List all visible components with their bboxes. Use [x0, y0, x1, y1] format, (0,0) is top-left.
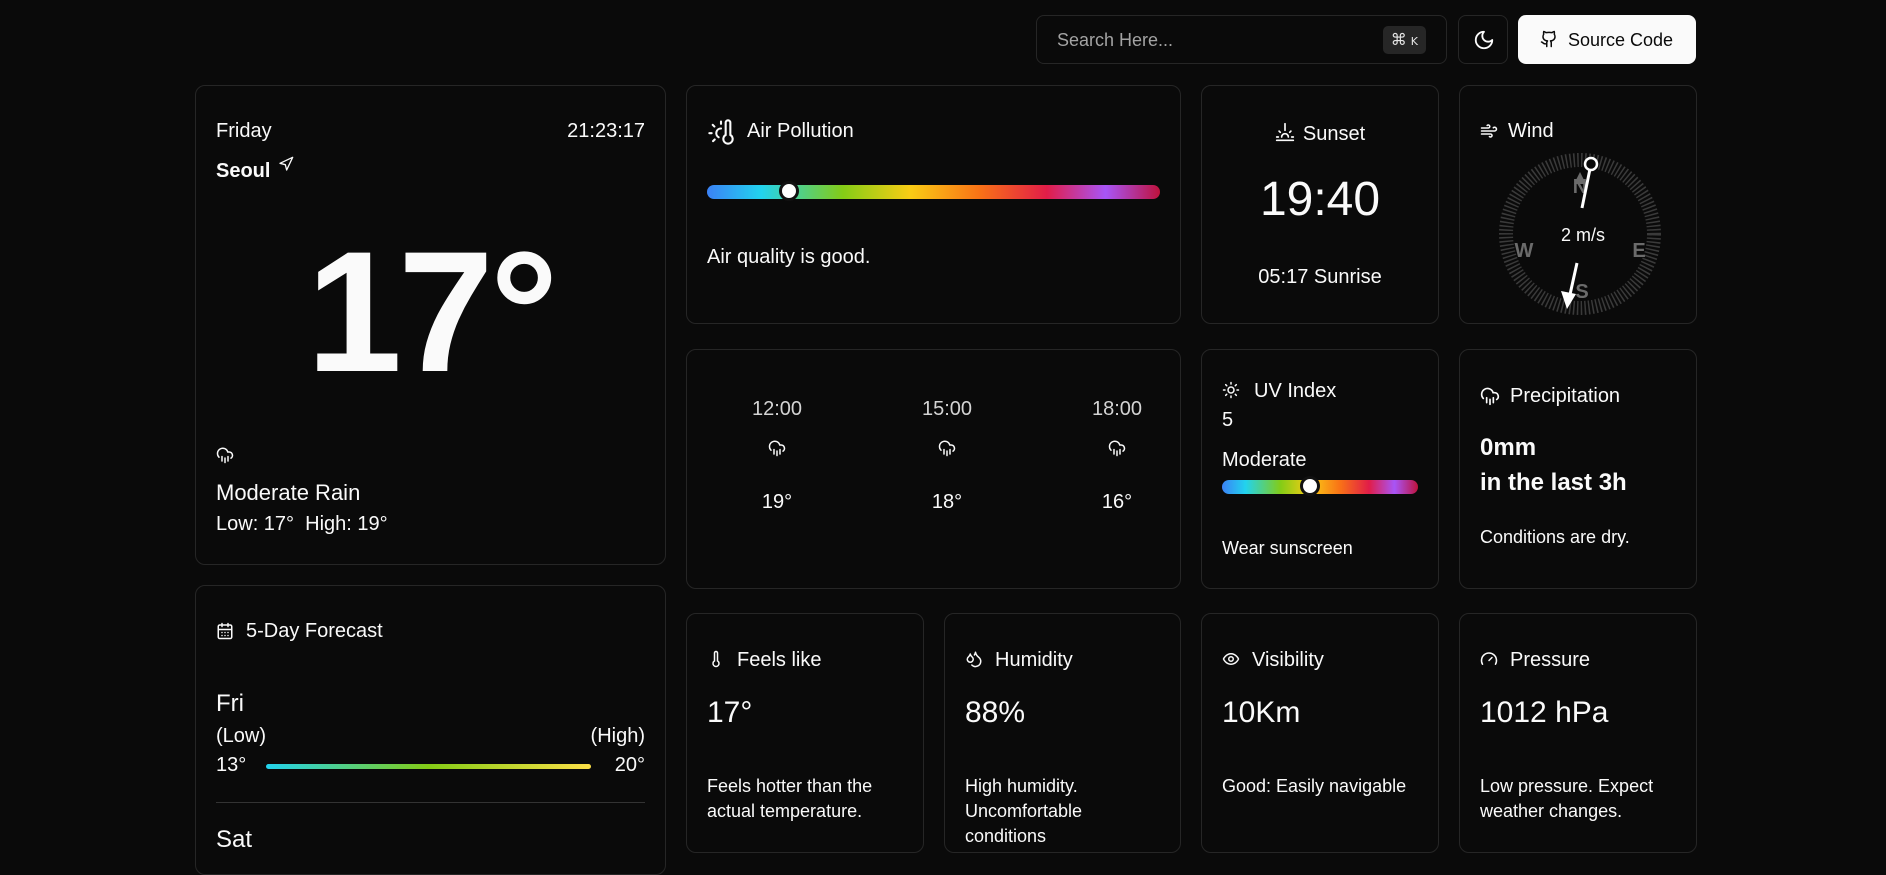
theme-toggle-button[interactable]	[1458, 15, 1508, 64]
low-temp: Low: 17°	[216, 513, 295, 535]
wind-needle-pivot	[1583, 156, 1599, 172]
moon-icon	[1473, 29, 1495, 51]
shortcut-key: K	[1410, 35, 1418, 48]
pressure-note: Low pressure. Expect weather changes.	[1480, 776, 1654, 821]
humidity-value: 88%	[965, 696, 1026, 729]
temp-range: Low: 17° High: 19°	[216, 513, 388, 536]
wind-compass: N E S W 2 m/s	[1499, 153, 1661, 315]
hourly-forecast-card: 12:00 19° 15:00 18° 18:00 16°	[686, 349, 1181, 589]
air-pollution-title: Air Pollution	[747, 120, 854, 142]
condition-text: Moderate Rain	[216, 480, 361, 505]
feels-like-card: Feels like 17° Feels hotter than the act…	[686, 613, 924, 853]
current-weather-card: Friday 21:23:17 Seoul 17° Moderate Rain …	[195, 85, 666, 565]
hourly-temp: 16°	[1101, 491, 1133, 513]
uv-value: 5	[1222, 409, 1234, 431]
air-quality-bar	[707, 185, 1160, 199]
hourly-temp: 18°	[931, 491, 963, 513]
day-label: Friday	[216, 120, 272, 142]
compass-south: S	[1575, 281, 1588, 303]
sunset-header: Sunset	[1202, 122, 1438, 147]
sunrise-time: 05:17 Sunrise	[1258, 266, 1382, 288]
uv-index-card: UV Index 5 Moderate Wear sunscreen	[1201, 349, 1439, 589]
hourly-time: 12:00	[751, 398, 803, 420]
visibility-value: 10Km	[1222, 696, 1301, 729]
air-pollution-card: Air Pollution Air quality is good.	[686, 85, 1181, 324]
uv-title: UV Index	[1254, 380, 1337, 402]
sun-icon	[1222, 381, 1240, 399]
github-icon	[1540, 30, 1558, 48]
gauge-icon	[1480, 650, 1498, 668]
hourly-time: 15:00	[921, 398, 973, 420]
shortcut-badge: ⌘ K	[1382, 26, 1426, 54]
uv-level-label: Moderate	[1222, 449, 1307, 471]
feels-like-note: Feels hotter than the actual temperature…	[707, 776, 873, 821]
thermometer-sun-icon	[707, 118, 735, 146]
pressure-value: 1012 hPa	[1480, 696, 1609, 729]
hourly-item: 15:00 18°	[887, 398, 1007, 514]
rain-icon	[1480, 386, 1500, 406]
forecast-high-label: (High)	[590, 725, 645, 747]
search-input[interactable]: Search Here... ⌘ K	[1036, 15, 1447, 64]
visibility-card: Visibility 10Km Good: Easily navigable	[1201, 613, 1439, 853]
hourly-time: 18:00	[1091, 398, 1143, 420]
calendar-icon	[216, 622, 234, 640]
forecast-divider	[216, 802, 645, 803]
search-placeholder: Search Here...	[1057, 30, 1174, 50]
wind-card: Wind N E S W 2 m/s	[1459, 85, 1697, 324]
city-name: Seoul	[216, 160, 271, 182]
droplets-icon	[965, 650, 983, 668]
forecast-low-label: (Low)	[216, 725, 267, 747]
current-temperature: 17°	[306, 216, 558, 408]
humidity-card: Humidity 88% High humidity. Uncomfortabl…	[944, 613, 1181, 853]
humidity-title: Humidity	[995, 649, 1073, 671]
precipitation-card: Precipitation 0mm in the last 3h Conditi…	[1459, 349, 1697, 589]
precipitation-note: Conditions are dry.	[1480, 527, 1630, 547]
thermometer-icon	[707, 650, 725, 668]
sunset-card: Sunset 19:40 05:17 Sunrise	[1201, 85, 1439, 324]
precipitation-period: in the last 3h	[1480, 469, 1627, 496]
wind-speed: 2 m/s	[1561, 225, 1605, 245]
navigation-icon	[278, 156, 294, 172]
source-code-button[interactable]: Source Code	[1518, 15, 1696, 64]
rain-icon	[768, 439, 786, 457]
five-day-forecast-card: 5-Day Forecast Fri (Low) (High) 13° 20° …	[195, 585, 666, 875]
sunset-time: 19:40	[1259, 173, 1381, 226]
hourly-item: 18:00 16°	[1057, 398, 1177, 514]
air-quality-message: Air quality is good.	[707, 246, 871, 268]
forecast-day: Fri	[216, 690, 244, 717]
forecast-temp-bar	[266, 764, 591, 769]
rain-icon	[1108, 439, 1126, 457]
feels-like-value: 17°	[707, 696, 753, 729]
compass-west: W	[1515, 240, 1534, 262]
forecast-day: Sat	[216, 826, 253, 853]
visibility-note: Good: Easily navigable	[1222, 776, 1407, 796]
hourly-temp: 19°	[761, 491, 793, 513]
high-temp: High: 19°	[305, 513, 388, 535]
forecast-title: 5-Day Forecast	[246, 620, 383, 642]
sunset-icon	[1275, 122, 1295, 147]
wind-icon	[1480, 122, 1498, 140]
source-code-label: Source Code	[1568, 30, 1674, 50]
air-quality-marker	[778, 181, 799, 201]
forecast-high-temp: 20°	[614, 754, 645, 776]
forecast-low-temp: 13°	[216, 754, 247, 776]
feels-like-title: Feels like	[737, 649, 822, 671]
clock: 21:23:17	[567, 120, 645, 142]
rain-icon	[216, 446, 234, 464]
eye-icon	[1222, 650, 1240, 668]
uv-advice: Wear sunscreen	[1222, 538, 1353, 558]
wind-title: Wind	[1508, 120, 1554, 142]
pressure-card: Pressure 1012 hPa Low pressure. Expect w…	[1459, 613, 1697, 853]
humidity-note: High humidity. Uncomfortable conditions	[965, 776, 1083, 846]
precipitation-title: Precipitation	[1510, 385, 1621, 407]
hourly-item: 12:00 19°	[717, 398, 837, 514]
compass-east: E	[1632, 240, 1645, 262]
uv-bar	[1222, 480, 1418, 494]
command-key: ⌘	[1390, 30, 1407, 49]
visibility-title: Visibility	[1252, 649, 1324, 671]
precipitation-amount: 0mm	[1480, 434, 1537, 461]
pressure-title: Pressure	[1510, 649, 1591, 671]
rain-icon	[938, 439, 956, 457]
sunset-title: Sunset	[1302, 123, 1366, 145]
